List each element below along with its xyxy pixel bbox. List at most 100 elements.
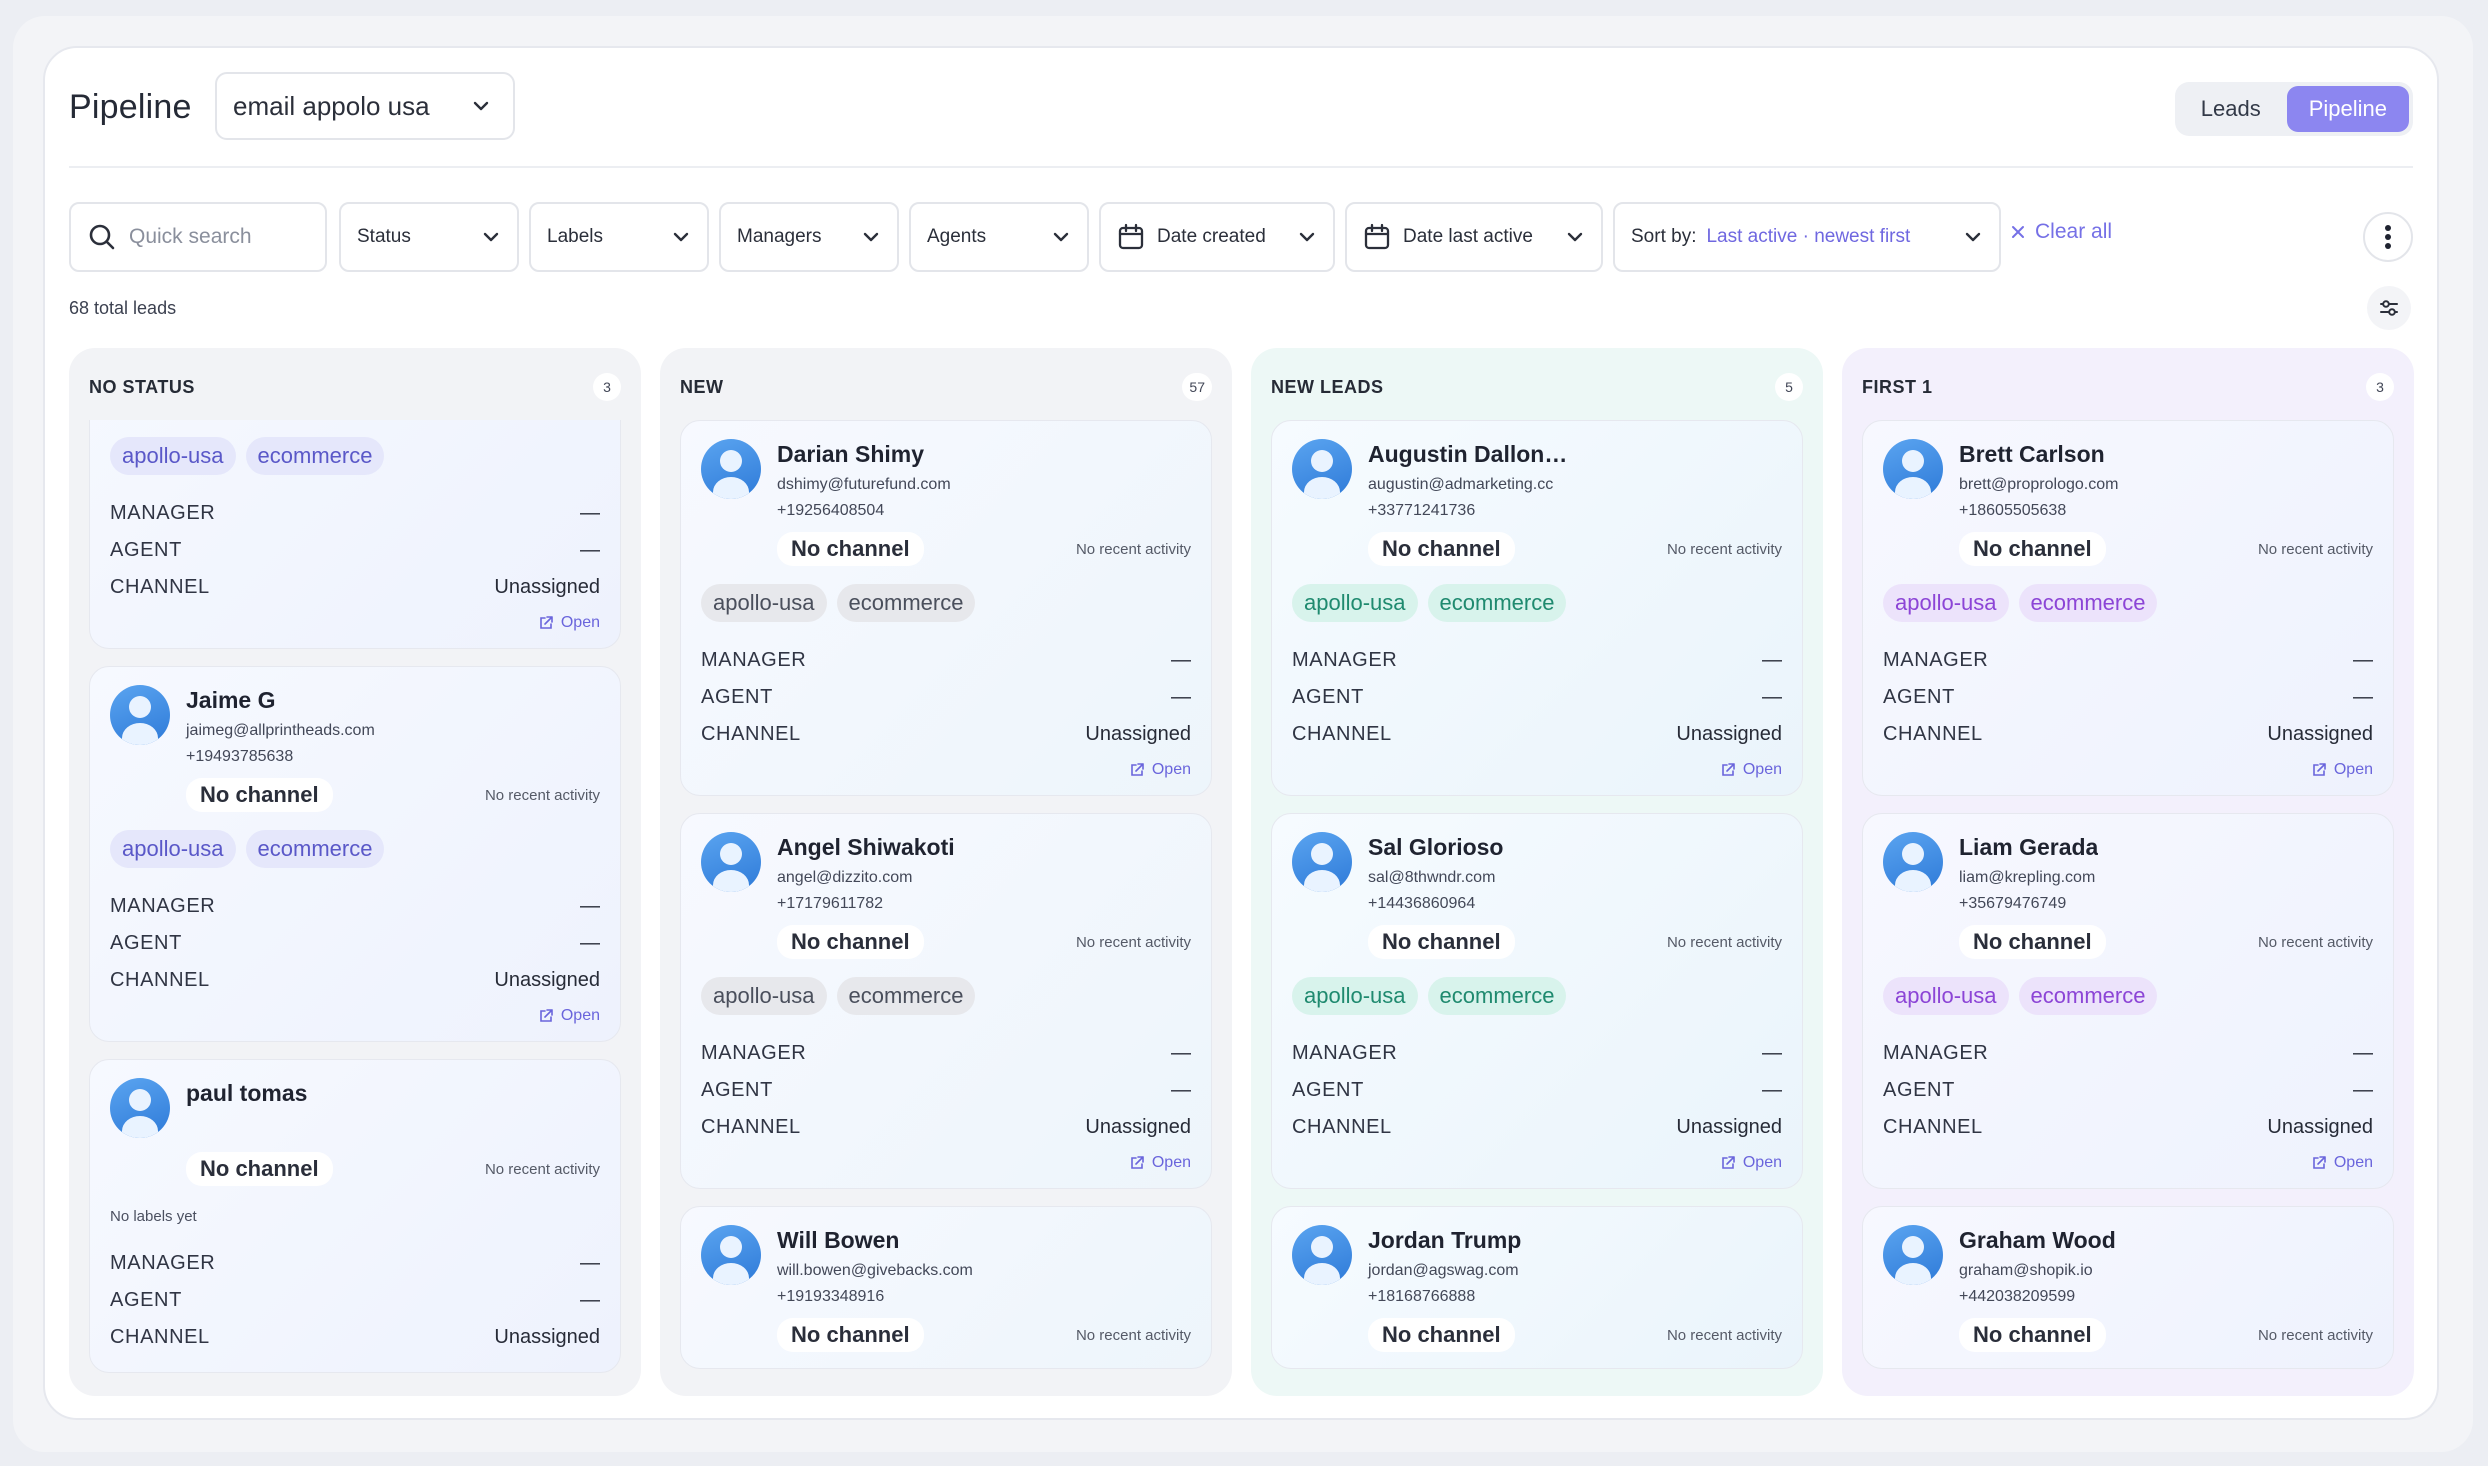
lead-name[interactable]: Liam Gerada [1959, 834, 2098, 861]
lead-card[interactable]: Darian Shimy dshimy@futurefund.com +192564… [680, 420, 1212, 796]
avatar-icon [1883, 439, 1943, 499]
tag-list: apollo-usa ecommerce [110, 830, 600, 868]
lead-card[interactable]: Will Bowen will.bowen@givebacks.com +19193… [680, 1206, 1212, 1369]
column-scroll-area[interactable]: Brett Carlson brett@proprologo.com +186055… [1862, 420, 2394, 1382]
open-lead-link[interactable]: Open [110, 614, 600, 632]
lead-name[interactable]: Sal Glorioso [1368, 834, 1503, 861]
avatar-icon [1883, 832, 1943, 892]
card-details: MANAGER — AGENT — CHANNEL Unassigned [110, 888, 600, 999]
lead-card[interactable]: Sal Glorioso sal@8thwndr.com +14436860964 N… [1271, 813, 1803, 1189]
lead-name[interactable]: Brett Carlson [1959, 441, 2118, 468]
view-tab-leads[interactable]: Leads [2179, 86, 2283, 132]
card-header: Liam Gerada liam@krepling.com +35679476749 [1883, 832, 2373, 913]
lead-email: jordan@agswag.com [1368, 1262, 1519, 1279]
tag-pill[interactable]: ecommerce [836, 584, 976, 622]
column-scroll-area[interactable]: Augustin Dallonge... augustin@admarketing… [1271, 420, 1803, 1382]
manager-row: MANAGER — [110, 495, 600, 532]
date-last-active-filter[interactable]: Date last active [1345, 202, 1603, 272]
view-tab-pipeline[interactable]: Pipeline [2286, 86, 2409, 132]
quick-search-input[interactable]: Quick search [69, 202, 327, 272]
open-lead-link[interactable]: Open [1292, 1154, 1782, 1172]
lead-name[interactable]: Angel Shiwakoti [777, 834, 955, 861]
open-lead-link[interactable]: Open [701, 1154, 1191, 1172]
channel-value: Unassigned [1085, 723, 1191, 745]
open-lead-link[interactable]: Open [701, 761, 1191, 779]
external-link-icon [1131, 1156, 1144, 1169]
agent-row: AGENT — [110, 532, 600, 569]
open-lead-link[interactable]: Open [1883, 1154, 2373, 1172]
channel-label: CHANNEL [1292, 723, 1392, 745]
lead-card[interactable]: No channelNo recent activityapollo-usaec… [89, 420, 621, 649]
manager-value: — [2353, 1042, 2373, 1064]
avatar-icon [701, 832, 761, 892]
tag-pill[interactable]: apollo-usa [110, 437, 236, 475]
open-lead-link[interactable]: Open [110, 1007, 600, 1025]
agent-label: AGENT [1883, 686, 1955, 708]
lead-phone: +33771241736 [1368, 502, 1476, 519]
manager-label: MANAGER [1883, 649, 1989, 671]
agent-row: AGENT — [110, 1282, 600, 1319]
tag-pill[interactable]: apollo-usa [1883, 977, 2009, 1015]
sort-select[interactable]: Sort by: Last active · newest first [1613, 202, 2001, 272]
agents-filter[interactable]: Agents [909, 202, 1089, 272]
clear-all-button[interactable]: Clear all [2011, 220, 2112, 244]
tag-pill[interactable]: apollo-usa [701, 584, 827, 622]
tag-pill[interactable]: ecommerce [1427, 584, 1567, 622]
tag-pill[interactable]: ecommerce [2018, 977, 2158, 1015]
tag-pill[interactable]: apollo-usa [1292, 977, 1418, 1015]
lead-card[interactable]: Augustin Dallonge... augustin@admarketing… [1271, 420, 1803, 796]
contact-info: Augustin Dallonge... augustin@admarketing… [1368, 439, 1578, 520]
labels-filter[interactable]: Labels [529, 202, 709, 272]
lead-name[interactable]: paul tomas [186, 1080, 307, 1107]
tag-pill[interactable]: apollo-usa [110, 830, 236, 868]
card-header: Darian Shimy dshimy@futurefund.com +192564… [701, 439, 1191, 520]
lead-email: angel@dizzito.com [777, 869, 913, 886]
manager-label: MANAGER [110, 502, 216, 524]
lead-name[interactable]: Jordan Trump [1368, 1227, 1521, 1254]
lead-card[interactable]: Jordan Trump jordan@agswag.com +1816876688… [1271, 1206, 1803, 1369]
lead-email: augustin@admarketing.cc [1368, 476, 1554, 493]
activity-status: No recent activity [1075, 540, 1191, 558]
lead-card[interactable]: Jaime G jaimeg@allprintheads.com +19493785… [89, 666, 621, 1042]
tag-pill[interactable]: apollo-usa [1883, 584, 2009, 622]
status-filter[interactable]: Status [339, 202, 519, 272]
card-details: MANAGER — AGENT — CHANNEL Unassigned [1292, 642, 1782, 753]
card-header: paul tomas [110, 1078, 600, 1140]
lead-name[interactable]: Graham Wood [1959, 1227, 2116, 1254]
tag-pill[interactable]: apollo-usa [701, 977, 827, 1015]
lead-name[interactable]: Will Bowen [777, 1227, 973, 1254]
tag-pill[interactable]: ecommerce [1427, 977, 1567, 1015]
lead-name[interactable]: Jaime G [186, 687, 375, 714]
contact-info: Jordan Trump jordan@agswag.com +1816876688… [1368, 1225, 1521, 1306]
card-header: Jordan Trump jordan@agswag.com +1816876688… [1292, 1225, 1782, 1306]
lead-phone: +14436860964 [1368, 895, 1476, 912]
channel-badge: No channel [1368, 925, 1515, 959]
open-lead-link[interactable]: Open [1292, 761, 1782, 779]
tag-pill[interactable]: ecommerce [245, 437, 385, 475]
tag-pill[interactable]: ecommerce [2018, 584, 2158, 622]
lead-card[interactable]: Graham Wood graham@shopik.io +442038209599… [1862, 1206, 2394, 1369]
more-options-button[interactable] [2363, 212, 2413, 262]
channel-row: No channel No recent activity [701, 925, 1191, 959]
channel-value: Unassigned [1085, 1116, 1191, 1138]
tag-pill[interactable]: ecommerce [245, 830, 385, 868]
lead-card[interactable]: Liam Gerada liam@krepling.com +35679476749… [1862, 813, 2394, 1189]
tag-list: apollo-usa ecommerce [701, 584, 1191, 622]
column-scroll-area[interactable]: Darian Shimy dshimy@futurefund.com +192564… [680, 420, 1212, 1382]
lead-card[interactable]: Brett Carlson brett@proprologo.com +186055… [1862, 420, 2394, 796]
date-created-filter[interactable]: Date created [1099, 202, 1335, 272]
tag-pill[interactable]: apollo-usa [1292, 584, 1418, 622]
channel-row: CHANNEL Unassigned [1292, 1109, 1782, 1146]
open-label: Open [560, 614, 600, 631]
sliders-icon [2380, 300, 2398, 316]
managers-filter[interactable]: Managers [719, 202, 899, 272]
workspace-select[interactable]: email appolo usa [215, 72, 515, 140]
lead-card[interactable]: paul tomas No channel No recent activity No… [89, 1059, 621, 1373]
lead-name[interactable]: Augustin Dallonge... [1368, 441, 1578, 468]
column-settings-button[interactable] [2367, 286, 2411, 330]
lead-name[interactable]: Darian Shimy [777, 441, 951, 468]
tag-pill[interactable]: ecommerce [836, 977, 976, 1015]
lead-card[interactable]: Angel Shiwakoti angel@dizzito.com +1717961… [680, 813, 1212, 1189]
open-lead-link[interactable]: Open [1883, 761, 2373, 779]
column-scroll-area[interactable]: No channelNo recent activityapollo-usaec… [89, 420, 621, 1382]
